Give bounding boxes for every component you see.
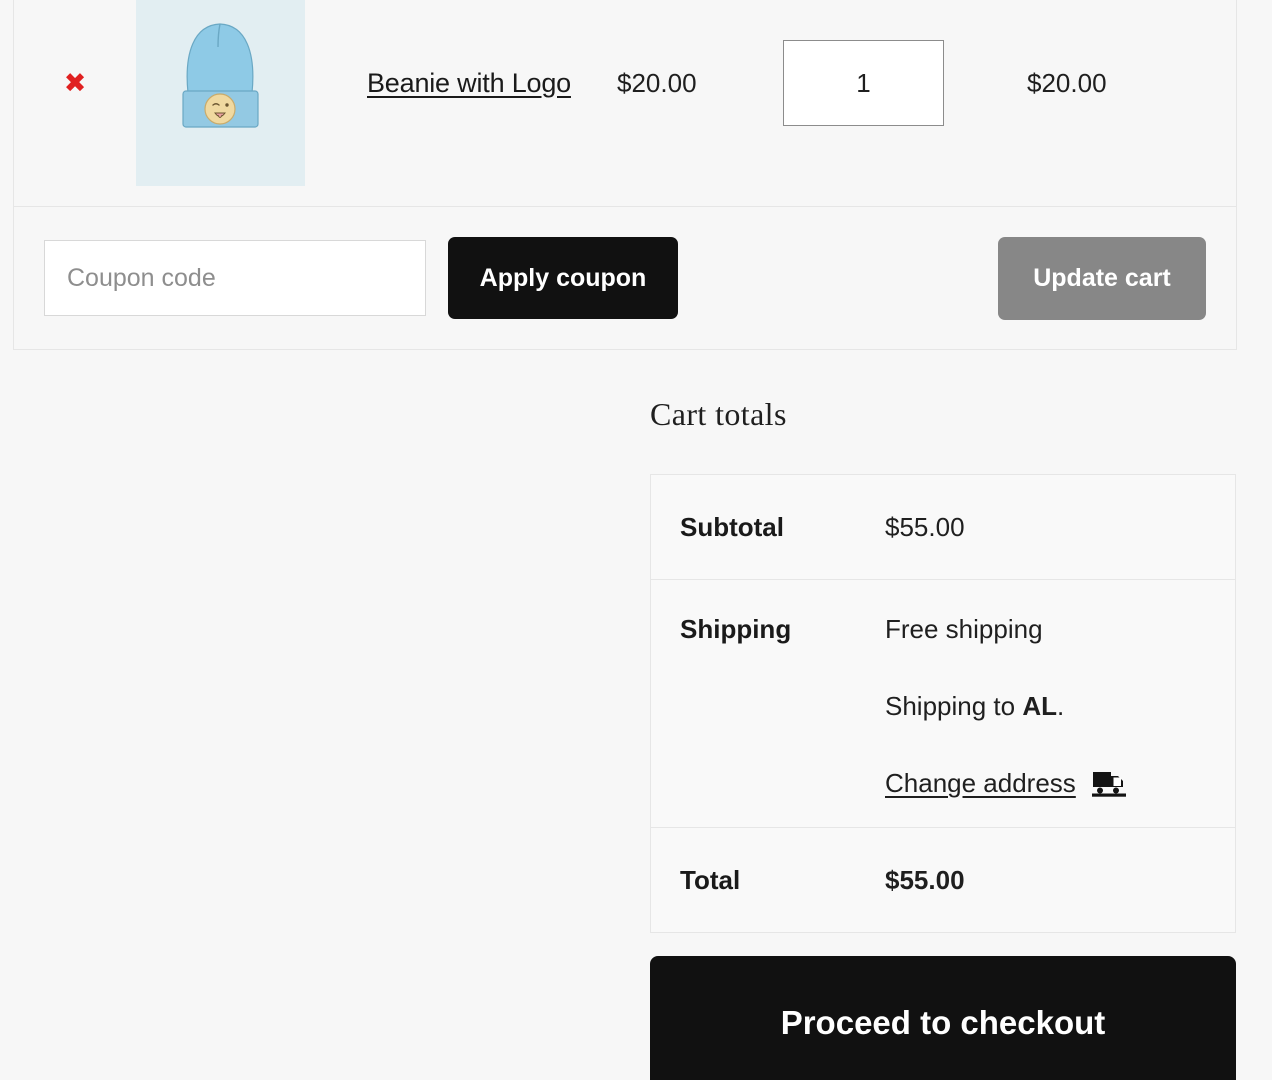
shipping-to-state: AL	[1022, 691, 1057, 721]
shipping-details: Free shipping Shipping to AL. Change add…	[885, 614, 1235, 799]
shipping-row: Shipping Free shipping Shipping to AL. C…	[651, 580, 1235, 828]
cart-totals-heading: Cart totals	[650, 396, 787, 432]
delivery-truck-icon	[1091, 768, 1126, 798]
line-item-subtotal: $20.00	[1027, 67, 1107, 98]
product-thumbnail-cell	[136, 0, 305, 186]
subtotal-label: Subtotal	[680, 511, 784, 542]
shipping-destination: Shipping to AL.	[885, 691, 1235, 722]
total-label: Total	[680, 864, 741, 895]
cart-items-table: ✖ Beanie with Logo $20.00 1 $20.00 Coupo…	[13, 0, 1237, 350]
remove-item-cell: ✖	[14, 70, 136, 97]
cart-page: ✖ Beanie with Logo $20.00 1 $20.00 Coupo…	[0, 0, 1272, 1080]
shipping-label: Shipping	[680, 614, 792, 644]
close-x-icon[interactable]: ✖	[64, 70, 87, 97]
product-price: $20.00	[617, 67, 697, 98]
quantity-input[interactable]: 1	[783, 40, 944, 126]
subtotal-value: $55.00	[885, 511, 965, 542]
cart-totals-section: Cart totals Subtotal $55.00 Shipping Fre…	[650, 396, 1236, 933]
subtotal-row: Subtotal $55.00	[651, 475, 1235, 580]
change-address-link[interactable]: Change address	[885, 768, 1076, 798]
cart-item-row: ✖ Beanie with Logo $20.00 1 $20.00	[14, 0, 1236, 207]
apply-coupon-button[interactable]: Apply coupon	[448, 237, 678, 319]
total-value: $55.00	[885, 864, 965, 895]
coupon-code-input[interactable]	[44, 240, 426, 316]
cart-actions-row: Apply coupon Update cart	[14, 207, 1236, 349]
product-name-link[interactable]: Beanie with Logo	[367, 68, 571, 98]
beanie-illustration	[136, 0, 305, 186]
product-name-cell: Beanie with Logo	[305, 68, 617, 99]
change-address-line: Change address	[885, 768, 1235, 799]
product-thumbnail[interactable]	[136, 0, 305, 186]
shipping-to-suffix: .	[1057, 691, 1065, 721]
quantity-cell: 1	[783, 40, 963, 126]
cart-totals-table: Subtotal $55.00 Shipping Free shipping S…	[650, 474, 1236, 933]
shipping-method: Free shipping	[885, 614, 1043, 644]
update-cart-button[interactable]: Update cart	[998, 236, 1206, 320]
proceed-to-checkout-button[interactable]: Proceed to checkout	[650, 956, 1236, 1080]
shipping-to-prefix: Shipping to	[885, 691, 1023, 721]
total-row: Total $55.00	[651, 828, 1235, 932]
